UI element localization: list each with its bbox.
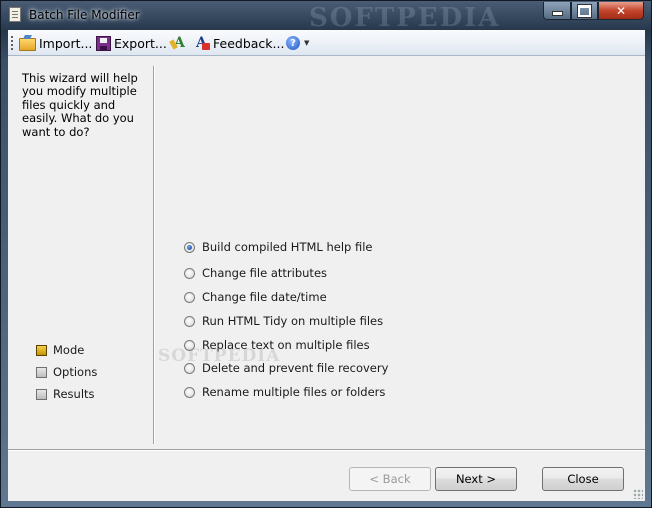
font-settings-button[interactable]	[171, 34, 189, 52]
wizard-sidebar: This wizard will help you modify multipl…	[8, 56, 153, 446]
option-label: Delete and prevent file recovery	[202, 361, 389, 375]
step-label: Mode	[53, 343, 85, 357]
maximize-button[interactable]	[571, 2, 598, 20]
option-label: Replace text on multiple files	[202, 338, 370, 352]
option-delete-prevent-recovery[interactable]: Delete and prevent file recovery	[184, 361, 388, 375]
import-label: Import...	[39, 35, 93, 51]
step-label: Results	[53, 387, 95, 401]
option-label: Rename multiple files or folders	[202, 385, 386, 399]
feedback-icon	[194, 35, 210, 51]
option-label: Change file date/time	[202, 290, 327, 304]
app-icon	[9, 7, 21, 22]
font-icon	[171, 35, 186, 51]
step-indicator-icon	[36, 388, 47, 400]
wizard-steps: Mode Options Results	[36, 339, 97, 405]
close-button[interactable]: Close	[542, 467, 624, 491]
feedback-label: Feedback...	[213, 35, 285, 51]
option-build-chm[interactable]: Build compiled HTML help file	[184, 240, 373, 254]
help-button[interactable]: ? ▼	[286, 34, 309, 52]
radio-button[interactable]	[184, 291, 195, 303]
option-replace-text[interactable]: Replace text on multiple files	[184, 338, 370, 352]
export-label: Export...	[114, 35, 167, 51]
watermark-text: SOFTPEDIA	[309, 3, 501, 33]
horizontal-divider	[8, 449, 645, 450]
option-html-tidy[interactable]: Run HTML Tidy on multiple files	[184, 314, 383, 328]
maximize-icon	[578, 4, 591, 17]
back-button[interactable]: < Back	[349, 467, 431, 491]
option-change-datetime[interactable]: Change file date/time	[184, 290, 327, 304]
feedback-button[interactable]: Feedback...	[194, 34, 284, 52]
resize-grip-icon[interactable]	[633, 489, 643, 499]
chevron-down-icon: ▼	[304, 39, 310, 47]
next-button[interactable]: Next >	[435, 467, 517, 491]
close-icon: ✕	[615, 3, 627, 18]
option-label: Change file attributes	[202, 266, 328, 280]
radio-button[interactable]	[184, 386, 195, 398]
help-icon: ?	[286, 36, 300, 50]
option-label: Build compiled HTML help file	[202, 240, 373, 254]
export-button[interactable]: Export...	[96, 34, 167, 52]
step-label: Options	[53, 365, 98, 379]
save-disk-icon	[96, 35, 111, 51]
radio-button[interactable]	[184, 315, 195, 327]
minimize-icon	[551, 11, 563, 16]
title-bar[interactable]: Batch File Modifier SOFTPEDIA ✕	[1, 1, 651, 33]
radio-button[interactable]	[184, 362, 195, 374]
step-indicator-icon	[36, 366, 47, 378]
wizard-body: This wizard will help you modify multipl…	[8, 56, 645, 501]
window-title: Batch File Modifier	[29, 8, 140, 22]
radio-button[interactable]	[184, 339, 195, 351]
step-results: Results	[36, 383, 97, 405]
radio-button[interactable]	[184, 267, 195, 279]
vertical-divider	[153, 66, 154, 444]
toolbar: Import... Export... Feedback... ? ▼	[8, 30, 645, 56]
step-options: Options	[36, 361, 97, 383]
step-active-indicator-icon	[36, 344, 47, 356]
toolbar-grip[interactable]	[11, 36, 13, 50]
intro-text: This wizard will help you modify multipl…	[22, 71, 138, 139]
close-window-button[interactable]: ✕	[598, 2, 644, 20]
option-change-attributes[interactable]: Change file attributes	[184, 266, 327, 280]
radio-button-checked[interactable]	[184, 241, 195, 253]
step-mode: Mode	[36, 339, 97, 361]
minimize-button[interactable]	[543, 2, 571, 20]
option-label: Run HTML Tidy on multiple files	[202, 314, 384, 328]
open-folder-icon	[19, 37, 36, 51]
app-window: Batch File Modifier SOFTPEDIA ✕ Import..…	[0, 0, 652, 508]
import-button[interactable]: Import...	[19, 34, 92, 52]
option-rename[interactable]: Rename multiple files or folders	[184, 385, 385, 399]
